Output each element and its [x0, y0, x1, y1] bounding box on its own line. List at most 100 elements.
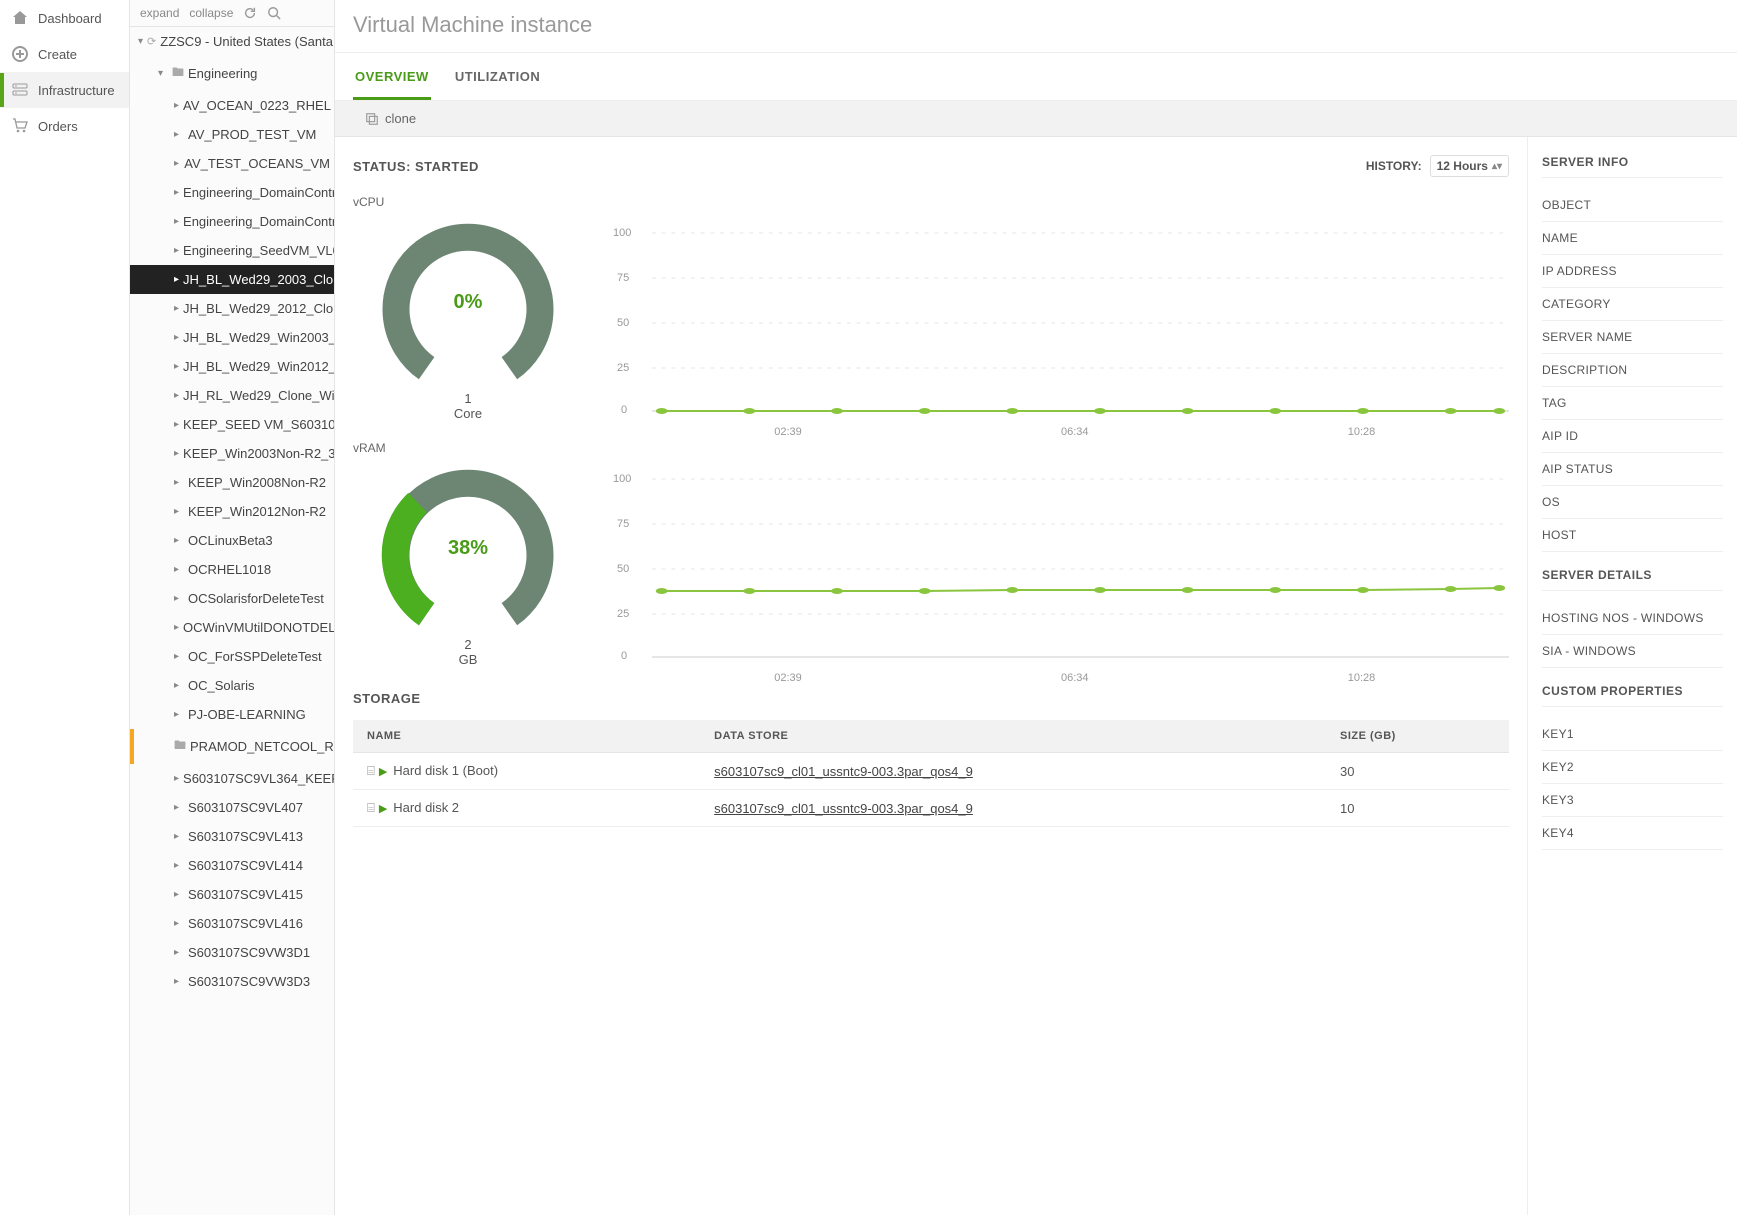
nav-item-create[interactable]: Create — [0, 36, 129, 72]
tree-item[interactable]: ▸JH_BL_Wed29_2003_Clone_ — [130, 265, 334, 294]
col-name: NAME — [353, 720, 700, 753]
search-icon[interactable] — [267, 6, 281, 20]
tree-folder[interactable]: ▾ 🖿 Engineering — [130, 56, 334, 91]
tree-item[interactable]: ▸S603107SC9VL416 — [130, 909, 334, 938]
clone-label[interactable]: clone — [385, 111, 416, 126]
tree-item-label: JH_BL_Wed29_2012_Clone_ — [183, 301, 334, 316]
chevron-right-icon: ▸ — [174, 889, 184, 900]
tree-item[interactable]: ▸KEEP_Win2008Non-R2 — [130, 468, 334, 497]
tree-item[interactable]: ▸JH_BL_Wed29_Win2003_v1 — [130, 323, 334, 352]
chevron-right-icon: ▸ — [174, 216, 179, 227]
tree-item[interactable]: ▸KEEP_Win2012Non-R2 — [130, 497, 334, 526]
disk-icon: ⌸ — [367, 800, 375, 815]
chevron-right-icon: ▸ — [174, 773, 179, 784]
tree-item-label: OCLinuxBeta3 — [188, 533, 273, 548]
tree-item[interactable]: ▸ S603107SC9VL415 — [130, 880, 334, 909]
tree-item[interactable]: ▸ OC_ForSSPDeleteTest — [130, 642, 334, 671]
history-value: 12 Hours — [1437, 159, 1488, 173]
info-field: SIA - WINDOWS — [1542, 635, 1723, 668]
expand-button[interactable]: expand — [140, 6, 179, 20]
chevron-right-icon: ▸ — [174, 158, 180, 169]
tree-item[interactable]: ▸OCRHEL1018 — [130, 555, 334, 584]
custom-props-heading: CUSTOM PROPERTIES — [1542, 684, 1723, 707]
info-field: NAME — [1542, 222, 1723, 255]
tree-item[interactable]: 🖿PRAMOD_NETCOOL_RHEL — [130, 729, 334, 764]
chevron-right-icon: ▸ — [174, 390, 179, 401]
chevron-right-icon: ▸ — [174, 361, 179, 372]
refresh-icon[interactable] — [243, 6, 257, 20]
folder-icon: 🖿 — [172, 63, 184, 84]
tree-item[interactable]: ▸S603107SC9VL414 — [130, 851, 334, 880]
info-field: KEY2 — [1542, 751, 1723, 784]
vcpu-gauge: 0% 1 Core — [353, 217, 583, 421]
tree-item[interactable]: ▸S603107SC9VL407 — [130, 793, 334, 822]
tree-item[interactable]: ▸OCLinuxBeta3 — [130, 526, 334, 555]
chevron-right-icon: ▸ — [174, 976, 184, 987]
info-field: HOST — [1542, 519, 1723, 552]
tree-root[interactable]: ▾ ⟳ ZZSC9 - United States (Santa C — [130, 27, 334, 56]
tree-item[interactable]: ▸KEEP_Win2003Non-R2_32b — [130, 439, 334, 468]
main: Virtual Machine instance OVERVIEW UTILIZ… — [335, 0, 1737, 1215]
info-field: TAG — [1542, 387, 1723, 420]
chevron-right-icon: ▸ — [174, 129, 184, 140]
tree-item-label: KEEP_Win2003Non-R2_32b — [183, 446, 334, 461]
col-datastore: DATA STORE — [700, 720, 1326, 753]
tree-item[interactable]: ▸OC_Solaris — [130, 671, 334, 700]
tree-item[interactable]: ▸OCWinVMUtilDONOTDELET — [130, 613, 334, 642]
clone-icon[interactable] — [365, 112, 379, 126]
datastore-link[interactable]: s603107sc9_cl01_ussntc9-003.3par_qos4_9 — [714, 801, 973, 816]
chevron-right-icon: ▸ — [174, 947, 184, 958]
chevron-updown-icon: ▴▾ — [1492, 161, 1502, 172]
chevron-right-icon: ▸ — [174, 303, 179, 314]
tree-item[interactable]: ▸AV_TEST_OCEANS_VM — [130, 149, 334, 178]
datastore-link[interactable]: s603107sc9_cl01_ussntc9-003.3par_qos4_9 — [714, 764, 973, 779]
info-field: SERVER NAME — [1542, 321, 1723, 354]
nav-item-infrastructure[interactable]: Infrastructure — [0, 72, 129, 108]
tree-item[interactable]: ▸OCSolarisforDeleteTest — [130, 584, 334, 613]
server-details-heading: SERVER DETAILS — [1542, 568, 1723, 591]
home-icon — [12, 10, 28, 26]
tree-item-label: S603107SC9VL415 — [188, 887, 303, 902]
tree-item[interactable]: ▸AV_OCEAN_0223_RHEL — [130, 91, 334, 120]
tree-item[interactable]: ▸JH_BL_Wed29_Win2012_CR — [130, 352, 334, 381]
tree-item-label: Engineering_DomainContro — [183, 214, 334, 229]
tree-item-label: OCWinVMUtilDONOTDELET — [183, 620, 334, 635]
history-select[interactable]: 12 Hours ▴▾ — [1430, 155, 1509, 177]
storage-heading: STORAGE — [353, 691, 1509, 706]
tree-item[interactable]: ▸S603107SC9VL413 — [130, 822, 334, 851]
info-field: HOSTING NOS - WINDOWS — [1542, 597, 1723, 635]
tree-root-label: ZZSC9 - United States (Santa C — [160, 34, 334, 49]
sync-icon: ⟳ — [147, 35, 156, 48]
nav-item-orders[interactable]: Orders — [0, 108, 129, 144]
nav-label: Infrastructure — [38, 83, 115, 98]
tree-item[interactable]: ▸ JH_BL_Wed29_2012_Clone_ — [130, 294, 334, 323]
tree-item[interactable]: ▸AV_PROD_TEST_VM — [130, 120, 334, 149]
tree-item[interactable]: ▸JH_RL_Wed29_Clone_Win20 — [130, 381, 334, 410]
tree-item[interactable]: ▸Engineering_DomainContro — [130, 178, 334, 207]
page-title: Virtual Machine instance — [335, 0, 1737, 53]
plus-circle-icon — [12, 46, 28, 62]
tree-item-label: OC_ForSSPDeleteTest — [188, 649, 322, 664]
tree-item[interactable]: ▸PJ-OBE-LEARNING — [130, 700, 334, 729]
tree-item[interactable]: ▸ S603107SC9VW3D3 — [130, 967, 334, 996]
info-field: CATEGORY — [1542, 288, 1723, 321]
tree-item-label: S603107SC9VL364_KEEP_ — [183, 771, 334, 786]
tree-item-label: OCRHEL1018 — [188, 562, 271, 577]
tree-item[interactable]: ▸KEEP_SEED VM_S603107SC — [130, 410, 334, 439]
tree-item-label: S603107SC9VW3D3 — [188, 974, 310, 989]
chevron-right-icon: ▸ — [174, 651, 184, 662]
tab-utilization[interactable]: UTILIZATION — [453, 53, 542, 100]
nav-item-dashboard[interactable]: Dashboard — [0, 0, 129, 36]
collapse-button[interactable]: collapse — [189, 6, 233, 20]
tree-item-label: S603107SC9VL407 — [188, 800, 303, 815]
chevron-right-icon: ▸ — [174, 506, 184, 517]
server-icon — [12, 82, 28, 98]
col-size: SIZE (GB) — [1326, 720, 1509, 753]
tree-item[interactable]: ▸ S603107SC9VL364_KEEP_ — [130, 764, 334, 793]
vram-chart: 100 75 50 25 0 02:39 06:34 10:28 — [613, 469, 1509, 669]
tree-item[interactable]: ▸ Engineering_DomainContro — [130, 207, 334, 236]
tab-overview[interactable]: OVERVIEW — [353, 53, 431, 100]
tree-item[interactable]: ▸S603107SC9VW3D1 — [130, 938, 334, 967]
tree-item[interactable]: ▸Engineering_SeedVM_VL01 — [130, 236, 334, 265]
chevron-right-icon: ▸ — [174, 918, 184, 929]
